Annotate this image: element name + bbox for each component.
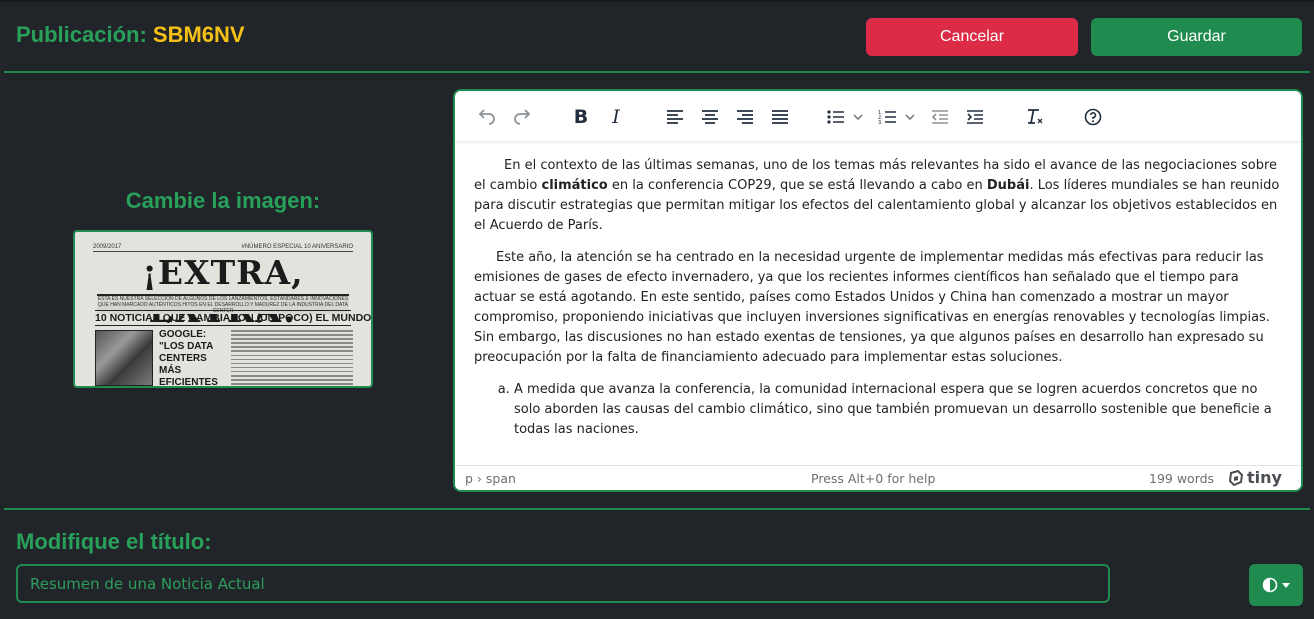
align-left-icon[interactable] [658, 103, 692, 131]
indent-icon[interactable] [958, 103, 992, 131]
help-hint: Press Alt+0 for help [811, 471, 936, 486]
title-section-label: Modifique el título: [16, 529, 212, 554]
section-divider [4, 508, 1310, 510]
redo-icon[interactable] [505, 103, 539, 131]
svg-text:3.: 3. [878, 120, 883, 125]
element-path[interactable]: p › span [465, 471, 516, 486]
numbered-list-icon[interactable]: 1. 2. 3. [875, 103, 921, 131]
paragraph-1: En el contexto de las últimas semanas, u… [474, 156, 1284, 236]
rich-text-editor[interactable]: B I 1. 2. 3. En el contexto de las últim… [453, 89, 1303, 492]
align-right-icon[interactable] [728, 103, 762, 131]
bold-icon[interactable]: B [564, 103, 598, 131]
italic-icon[interactable]: I [599, 103, 633, 131]
paragraph-2: Este año, la atención se ha centrado en … [474, 250, 1270, 365]
tiny-brand-text: tiny [1247, 468, 1282, 487]
header-divider [4, 71, 1310, 73]
article-image[interactable]: 2009/2017 #NÚMERO ESPECIAL 10 ANIVERSARI… [73, 230, 373, 388]
align-justify-icon[interactable] [763, 103, 797, 131]
chevron-down-icon [1282, 582, 1290, 588]
bold-word-dubai: Dubái [986, 178, 1030, 193]
newspaper-body-text [231, 330, 353, 386]
editor-statusbar: p › span Press Alt+0 for help 199 words … [455, 465, 1301, 490]
title-input[interactable] [16, 564, 1110, 603]
tiny-logo-icon [1228, 469, 1244, 486]
newspaper-banner: 10 NOTICIAS QUE CAMBIARON (UN POCO) EL M… [95, 310, 372, 326]
align-center-icon[interactable] [693, 103, 727, 131]
newspaper-story-title: GOOGLE: "LOS DATA CENTERS MÁS EFICIENTES… [159, 329, 218, 388]
undo-icon[interactable] [470, 103, 504, 131]
cancel-button[interactable]: Cancelar [866, 18, 1078, 56]
paragraph-1-text-b: en la conferencia COP29, que se está lle… [607, 178, 987, 193]
newspaper-photo [95, 330, 153, 386]
newspaper-date: 2009/2017 [93, 244, 122, 250]
image-section-label: Cambie la imagen: [125, 188, 321, 213]
outdent-icon[interactable] [923, 103, 957, 131]
bullet-list-icon[interactable] [823, 103, 869, 131]
list-item: A medida que avanza la conferencia, la c… [514, 380, 1284, 440]
ordered-list: A medida que avanza la conferencia, la c… [514, 380, 1284, 440]
newspaper-edition: #NÚMERO ESPECIAL 10 ANIVERSARIO [241, 244, 353, 250]
bold-word-climatico: climático [541, 178, 608, 193]
tiny-brand-link[interactable]: tiny [1228, 468, 1282, 487]
header: Publicación: SBM6NV Cancelar Guardar [0, 0, 1314, 72]
clear-formatting-icon[interactable] [1018, 103, 1052, 131]
page-title: Publicación: SBM6NV [16, 22, 245, 48]
newspaper-topline: 2009/2017 #NÚMERO ESPECIAL 10 ANIVERSARI… [93, 244, 353, 252]
save-button[interactable]: Guardar [1091, 18, 1302, 56]
theme-toggle-button[interactable] [1249, 564, 1303, 606]
editor-content[interactable]: En el contexto de las últimas semanas, u… [474, 156, 1284, 440]
editor-toolbar: B I 1. 2. 3. [455, 91, 1301, 141]
help-icon[interactable] [1076, 103, 1110, 131]
publication-label: Publicación: [16, 22, 147, 47]
contrast-icon [1262, 577, 1278, 593]
publication-code: SBM6NV [152, 22, 245, 47]
word-count[interactable]: 199 words [1149, 471, 1214, 486]
